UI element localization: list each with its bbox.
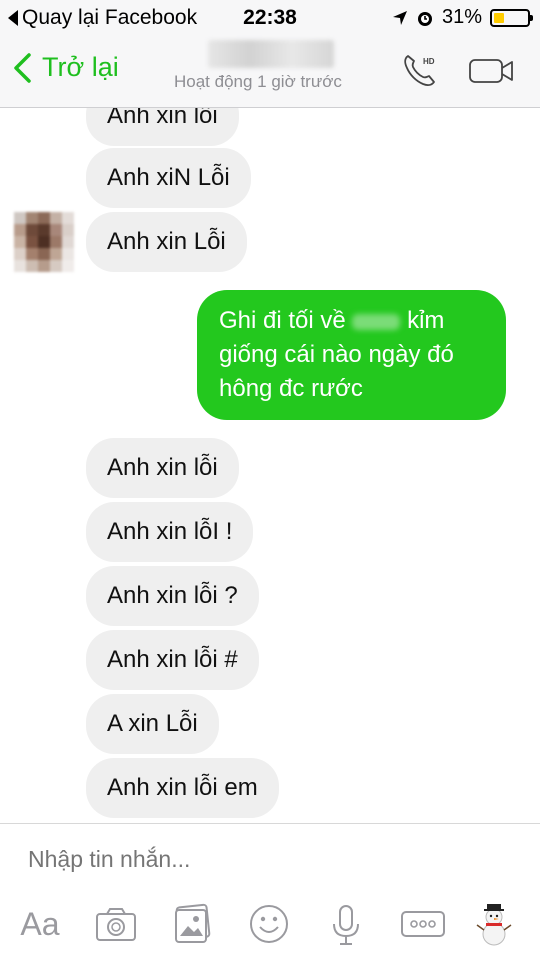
message-bubble-incoming[interactable]: Anh xiN Lỗi — [86, 148, 251, 208]
message-bubble-incoming[interactable]: Anh xin lỗI ! — [86, 502, 254, 562]
hd-voice-call-icon[interactable]: HD — [400, 50, 440, 90]
back-button-label: Trở lại — [42, 52, 119, 82]
more-icon[interactable] — [400, 900, 446, 948]
composer: Aa — [0, 823, 540, 960]
contact-avatar-pixelated[interactable] — [14, 212, 74, 272]
conversation-header: Trở lại Hoạt động 1 giờ trước HD — [0, 34, 540, 108]
message-text: giống cái nào ngày đó — [219, 341, 454, 368]
active-status: Hoạt động 1 giờ trước — [174, 72, 342, 91]
message-input[interactable] — [28, 846, 508, 873]
back-button[interactable]: Trở lại — [12, 52, 119, 83]
message-thread[interactable]: Anh xin lỗi Anh xiN Lỗi Anh xin Lỗi Ghi … — [0, 108, 540, 823]
composer-toolbar: Aa — [0, 900, 540, 950]
battery-percent: 31% — [441, 6, 482, 28]
message-bubble-incoming[interactable]: Anh xin lỗi — [86, 108, 239, 146]
contact-name-redacted[interactable] — [208, 40, 334, 68]
message-text: kỉm — [407, 307, 445, 334]
battery-level-fill — [494, 12, 504, 23]
emoji-icon[interactable] — [248, 900, 290, 948]
message-bubble-incoming[interactable]: Anh xin lỗi ? — [86, 566, 259, 626]
snowman-sticker-icon[interactable] — [476, 900, 512, 948]
status-bar: Quay lại Facebook 22:38 31% — [0, 0, 540, 34]
microphone-icon[interactable] — [330, 900, 362, 948]
message-bubble-outgoing[interactable]: Ghi đi tối về kỉm giống cái nào ngày đó … — [197, 290, 506, 420]
message-text: hông đc rước — [219, 375, 363, 402]
alarm-clock-icon — [417, 11, 432, 26]
location-arrow-icon — [392, 10, 407, 25]
video-call-icon[interactable] — [468, 56, 514, 86]
chevron-left-icon — [14, 52, 31, 83]
hd-badge: HD — [423, 57, 435, 66]
message-bubble-incoming[interactable]: Anh xin lỗi em — [86, 758, 279, 818]
message-bubble-incoming[interactable]: Anh xin lỗi — [86, 438, 239, 498]
camera-icon[interactable] — [94, 900, 138, 948]
message-bubble-incoming[interactable]: A xin Lỗi — [86, 694, 219, 754]
gallery-icon[interactable] — [172, 900, 212, 948]
status-indicators: 31% — [392, 6, 533, 29]
message-bubble-incoming[interactable]: Anh xin lỗi # — [86, 630, 259, 690]
redacted-word — [352, 313, 401, 330]
battery-icon — [490, 8, 533, 27]
message-bubble-incoming[interactable]: Anh xin Lỗi — [86, 212, 247, 272]
aa-icon[interactable]: Aa — [16, 900, 64, 948]
message-text: Ghi đi tối về — [219, 307, 346, 334]
